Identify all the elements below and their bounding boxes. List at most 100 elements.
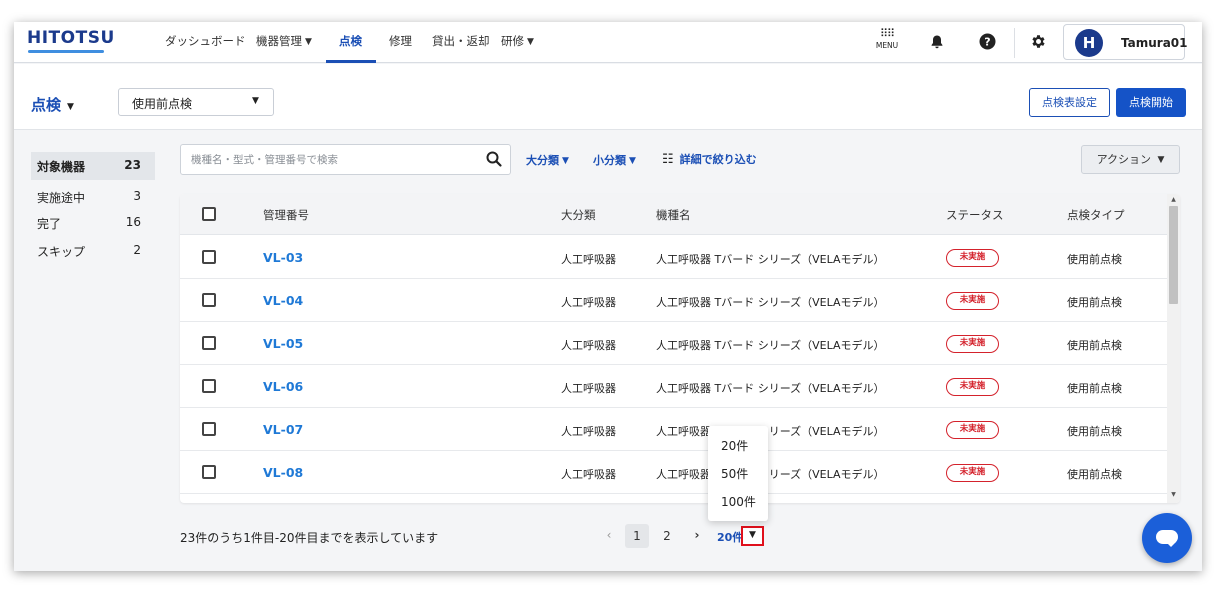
chevron-down-icon: ▼ [527,37,534,47]
detail-filter-button[interactable]: ☷ 詳細で絞り込む [662,151,757,167]
settings-button[interactable] [1027,31,1049,53]
header-model[interactable]: 機種名 [656,207,691,223]
summary-count: 2 [133,243,141,257]
table-row[interactable]: VL-04 人工呼吸器 人工呼吸器 Tバード シリーズ（VELAモデル） 未実施… [180,279,1167,322]
table-row[interactable]: VL-08 人工呼吸器 人工呼吸器 Tバード シリーズ（VELAモデル） 未実施… [180,451,1167,494]
notifications-button[interactable] [926,31,948,53]
nav-training[interactable]: 研修 ▼ [501,33,534,49]
row-id-link[interactable]: VL-08 [263,465,303,480]
menu-button[interactable]: ⠿⠿ MENU [869,28,905,58]
table-scrollbar[interactable]: ▲ ▼ [1167,194,1180,503]
table-row[interactable]: VL-07 人工呼吸器 人工呼吸器 Tバード シリーズ（VELAモデル） 未実施… [180,408,1167,451]
per-page-option[interactable]: 50件 [721,465,748,482]
nav-equipment-label: 機器管理 [256,34,302,48]
summary-completed[interactable]: 完了 16 [31,209,155,237]
header-category[interactable]: 大分類 [561,207,596,223]
page-1-button[interactable]: 1 [625,524,649,548]
page-2-button[interactable]: 2 [655,524,679,548]
summary-count: 23 [124,158,141,172]
summary-count: 16 [125,215,141,229]
row-checkbox[interactable] [202,379,216,393]
nav-training-label: 研修 [501,34,524,48]
row-id-link[interactable]: VL-07 [263,422,303,437]
status-badge: 未実施 [946,335,999,353]
row-checkbox[interactable] [202,465,216,479]
start-inspection-button[interactable]: 点検開始 [1116,88,1186,117]
row-id-link[interactable]: VL-05 [263,336,303,351]
row-checkbox[interactable] [202,293,216,307]
action-menu-button[interactable]: アクション ▼ [1081,145,1180,174]
checklist-settings-button[interactable]: 点検表設定 [1029,88,1110,117]
row-category: 人工呼吸器 [561,425,616,438]
row-checkbox[interactable] [202,250,216,264]
minor-category-filter[interactable]: 小分類 ▼ [593,152,636,168]
action-label: アクション [1096,153,1152,166]
per-page-value[interactable]: 20件 [717,529,743,545]
user-menu[interactable]: H Tamura01 [1063,24,1188,60]
chat-button[interactable] [1142,513,1192,563]
brand-logo[interactable]: HITOTSU [27,28,115,48]
next-page-icon[interactable]: › [690,528,704,542]
status-badge: 未実施 [946,292,999,310]
row-checkbox[interactable] [202,422,216,436]
minor-category-label: 小分類 [593,154,626,167]
per-page-option[interactable]: 100件 [721,493,756,510]
nav-inspection[interactable]: 点検 [339,33,362,49]
row-checkbox[interactable] [202,336,216,350]
search-input[interactable] [191,151,471,169]
summary-target-devices[interactable]: 対象機器 23 [31,152,155,180]
summary-in-progress[interactable]: 実施途中 3 [31,183,155,211]
per-page-dropdown-toggle[interactable]: ▼ [741,526,764,546]
username: Tamura01 [1121,36,1188,50]
header-status[interactable]: ステータス [946,207,1004,223]
inspection-type-select[interactable]: 使用前点検 ▼ [118,88,274,116]
row-model: 人工呼吸器 Tバード シリーズ（VELAモデル） [656,468,885,481]
row-type: 使用前点検 [1067,296,1122,309]
help-icon: ? [979,33,995,50]
result-count: 23件のうち1件目-20件目までを表示しています [180,531,439,545]
avatar: H [1075,29,1103,57]
row-id-link[interactable]: VL-06 [263,379,303,394]
table-row[interactable]: VL-03 人工呼吸器 人工呼吸器 Tバード シリーズ（VELAモデル） 未実施… [180,236,1167,279]
row-id-link[interactable]: VL-04 [263,293,303,308]
help-button[interactable]: ? [976,31,998,53]
search-box [180,144,511,175]
row-type: 使用前点検 [1067,339,1122,352]
detail-filter-label: 詳細で絞り込む [679,153,757,166]
chat-bubble-tail [1166,542,1176,547]
top-navigation: HITOTSU ダッシュボード 機器管理 ▼ 点検 修理 貸出・返却 研修 ▼ ⠿⠿… [14,22,1202,63]
table-row[interactable]: VL-05 人工呼吸器 人工呼吸器 Tバード シリーズ（VELAモデル） 未実施… [180,322,1167,365]
row-id-link[interactable]: VL-03 [263,250,303,265]
major-category-filter[interactable]: 大分類 ▼ [526,152,569,168]
table-row[interactable]: VL-06 人工呼吸器 人工呼吸器 Tバード シリーズ（VELAモデル） 未実施… [180,365,1167,408]
per-page-option[interactable]: 20件 [721,437,748,454]
row-model: 人工呼吸器 Tバード シリーズ（VELAモデル） [656,425,885,438]
chevron-down-icon: ▼ [67,102,74,112]
app-window: HITOTSU ダッシュボード 機器管理 ▼ 点検 修理 貸出・返却 研修 ▼ ⠿⠿… [14,22,1202,571]
status-badge: 未実施 [946,378,999,396]
row-type: 使用前点検 [1067,382,1122,395]
row-category: 人工呼吸器 [561,253,616,266]
nav-equipment[interactable]: 機器管理 ▼ [256,33,312,49]
header-id[interactable]: 管理番号 [263,207,309,223]
prev-page-icon[interactable]: ‹ [602,528,616,542]
scroll-thumb[interactable] [1169,206,1178,304]
row-type: 使用前点検 [1067,425,1122,438]
status-badge: 未実施 [946,464,999,482]
row-category: 人工呼吸器 [561,296,616,309]
nav-repair[interactable]: 修理 [389,33,412,49]
nav-lending[interactable]: 貸出・返却 [432,33,490,49]
row-model: 人工呼吸器 Tバード シリーズ（VELAモデル） [656,296,885,309]
header-type[interactable]: 点検タイプ [1067,207,1125,223]
row-type: 使用前点検 [1067,468,1122,481]
summary-skipped[interactable]: スキップ 2 [31,237,155,265]
chevron-down-icon: ▼ [305,37,312,47]
page-title-dropdown[interactable]: 点検 ▼ [31,94,74,115]
nav-dashboard[interactable]: ダッシュボード [165,33,246,49]
select-all-checkbox[interactable] [202,207,216,221]
scroll-down-icon[interactable]: ▼ [1169,491,1178,498]
scroll-up-icon[interactable]: ▲ [1169,196,1178,203]
search-icon[interactable] [485,150,503,168]
menu-grid-icon: ⠿⠿ [879,27,895,40]
major-category-label: 大分類 [526,154,559,167]
